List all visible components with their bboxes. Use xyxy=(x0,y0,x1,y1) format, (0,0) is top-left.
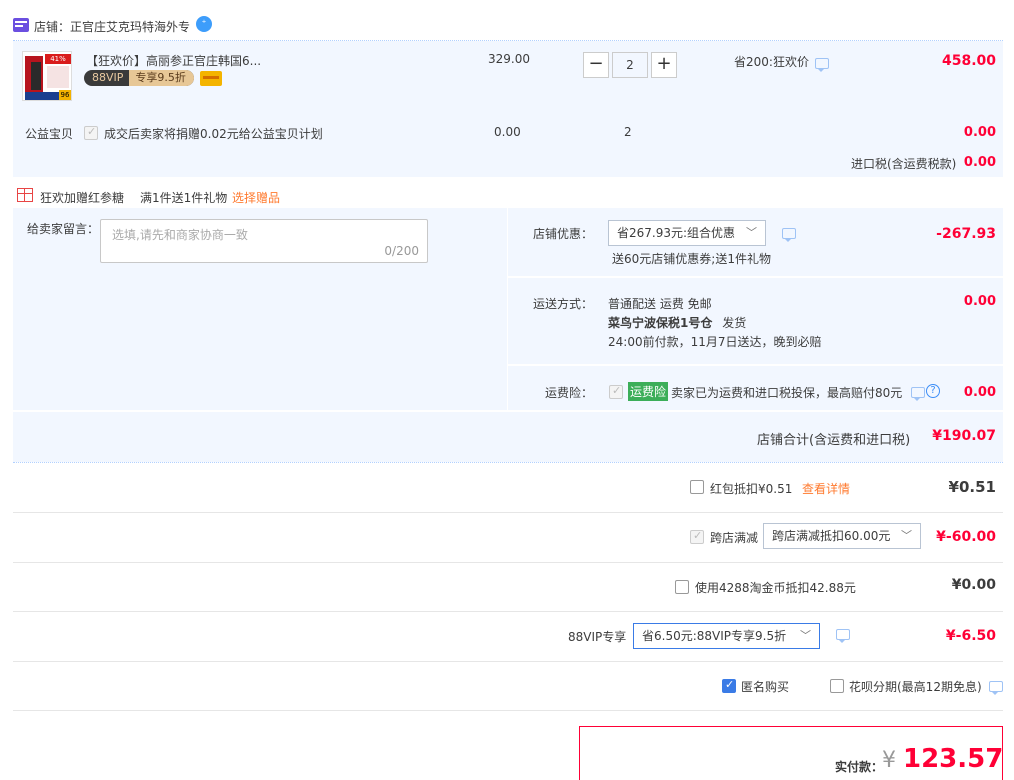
payable-amount: 123.57 xyxy=(903,744,1004,774)
shop-discount-value: -267.93 xyxy=(936,226,996,242)
quantity-input[interactable]: 2 xyxy=(612,52,648,78)
shop-total-label: 店铺合计(含运费和进口税) xyxy=(757,433,911,448)
gift-label: 狂欢加赠红参糖 xyxy=(40,191,125,205)
message-icon[interactable] xyxy=(989,681,1003,695)
payable-label: 实付款： xyxy=(835,760,884,774)
product-thumbnail[interactable]: 41% 96 xyxy=(22,51,72,101)
shipping-label: 运送方式： xyxy=(533,297,594,311)
insurance-label: 运费险： xyxy=(545,386,594,400)
vip-badge-label: 88VIP xyxy=(92,71,124,84)
thumb-num: 96 xyxy=(59,90,71,100)
message-icon[interactable] xyxy=(815,58,829,72)
item-subtotal: 458.00 xyxy=(941,53,996,69)
payable-currency: ¥ xyxy=(882,748,896,773)
cross-shop-value: ¥-60.00 xyxy=(936,529,996,545)
huabei-label: 花呗分期(最高12期免息) xyxy=(849,680,982,694)
gift-select-link[interactable]: 选择赠品 xyxy=(232,189,280,206)
shop-discount-note: 送60元店铺优惠券;送1件礼物 xyxy=(612,252,771,266)
message-placeholder: 选填,请先和商家协商一致 xyxy=(112,228,248,242)
huabei-checkbox[interactable] xyxy=(830,679,844,693)
shipping-value: 0.00 xyxy=(963,294,996,309)
message-label: 给卖家留言： xyxy=(27,222,100,236)
anonymous-checkbox[interactable] xyxy=(722,678,736,693)
shop-total-value: ¥190.07 xyxy=(932,428,996,444)
cross-shop-label: 跨店满减 xyxy=(710,531,759,545)
vip-badge: 88VIP 专享9.5折 xyxy=(84,70,194,86)
shop-name[interactable]: 正官庄艾克玛特海外专 xyxy=(70,20,190,34)
gift-rule: 满1件送1件礼物 xyxy=(140,191,228,205)
insurance-value: 0.00 xyxy=(963,385,996,400)
vip88-select[interactable]: 省6.50元:88VIP专享9.5折 ﹀ xyxy=(633,623,820,649)
redpacket-value: ¥0.51 xyxy=(948,478,996,496)
taobao-coin-value: ¥0.00 xyxy=(951,577,996,593)
message-icon[interactable] xyxy=(782,228,796,242)
gift-icon xyxy=(17,188,33,202)
shipping-method: 普通配送 运费 免邮 xyxy=(608,297,712,311)
vip-discount-label: 专享9.5折 xyxy=(129,70,194,86)
insurance-badge: 运费险 xyxy=(628,382,669,401)
vip88-label: 88VIP专享 xyxy=(568,630,627,644)
shop-header: 店铺：正官庄艾克玛特海外专 xyxy=(34,18,190,35)
item-promo: 省200:狂欢价 xyxy=(734,55,809,69)
increase-qty-button[interactable]: + xyxy=(651,52,677,78)
redpacket-link[interactable]: 查看详情 xyxy=(802,480,850,497)
charity-qty: 2 xyxy=(624,125,632,139)
shop-discount-selected: 省267.93元:组合优惠 xyxy=(617,226,736,240)
message-icon[interactable] xyxy=(836,629,850,643)
shop-discount-select[interactable]: 省267.93元:组合优惠 ﹀ xyxy=(608,220,766,246)
item-price: 329.00 xyxy=(488,52,530,66)
shop-discount-label: 店铺优惠： xyxy=(533,227,594,241)
vip88-value: ¥-6.50 xyxy=(945,628,996,644)
help-icon[interactable]: ? xyxy=(926,384,940,398)
chevron-down-icon: ﹀ xyxy=(800,629,811,642)
cross-shop-select[interactable]: 跨店满减抵扣60.00元 ﹀ xyxy=(763,523,921,549)
decrease-qty-button[interactable]: − xyxy=(583,52,609,78)
redpacket-checkbox[interactable] xyxy=(690,480,704,494)
insurance-text: 卖家已为运费和进口税投保，最高赔付80元 xyxy=(671,386,903,400)
message-counter: 0/200 xyxy=(384,244,419,258)
thumb-tag: 41% xyxy=(45,54,71,64)
cross-shop-selected: 跨店满减抵扣60.00元 xyxy=(772,529,891,543)
message-icon[interactable] xyxy=(911,387,925,401)
charity-checkbox xyxy=(84,125,98,140)
import-tax-label: 进口税(含运费税款) xyxy=(851,157,957,171)
card-icon xyxy=(200,71,222,86)
taobao-coin-checkbox[interactable] xyxy=(675,580,689,594)
taobao-coin-label: 使用4288淘金币抵扣42.88元 xyxy=(695,581,856,595)
charity-label: 公益宝贝 xyxy=(25,127,74,141)
shop-icon xyxy=(13,18,29,32)
anonymous-label: 匿名购买 xyxy=(741,680,790,694)
vip88-selected: 省6.50元:88VIP专享9.5折 xyxy=(642,629,787,643)
shipping-eta: 24:00前付款，11月7日送达，晚到必赔 xyxy=(608,335,822,349)
charity-price: 0.00 xyxy=(494,125,521,139)
chevron-down-icon: ﹀ xyxy=(901,529,912,542)
shop-label: 店铺： xyxy=(34,20,71,34)
cross-shop-checkbox xyxy=(690,529,704,544)
message-textarea[interactable]: 选填,请先和商家协商一致 0/200 xyxy=(100,219,428,263)
redpacket-label: 红包抵扣¥0.51 xyxy=(710,482,793,496)
insurance-checkbox xyxy=(609,384,623,399)
shipping-ship: 发货 xyxy=(722,316,747,330)
shipping-warehouse: 菜鸟宁波保税1号仓 xyxy=(608,316,713,330)
payable-box: 实付款： ¥ 123.57 xyxy=(579,726,1003,780)
import-tax-value: 0.00 xyxy=(963,155,996,170)
charity-subtotal: 0.00 xyxy=(963,125,996,140)
item-title[interactable]: 【狂欢价】高丽参正官庄韩国6... xyxy=(86,52,261,69)
chevron-down-icon: ﹀ xyxy=(746,226,757,239)
chat-bubble-icon[interactable]: ⁺ xyxy=(196,16,212,32)
charity-text: 成交后卖家将捐赠0.02元给公益宝贝计划 xyxy=(104,127,323,141)
